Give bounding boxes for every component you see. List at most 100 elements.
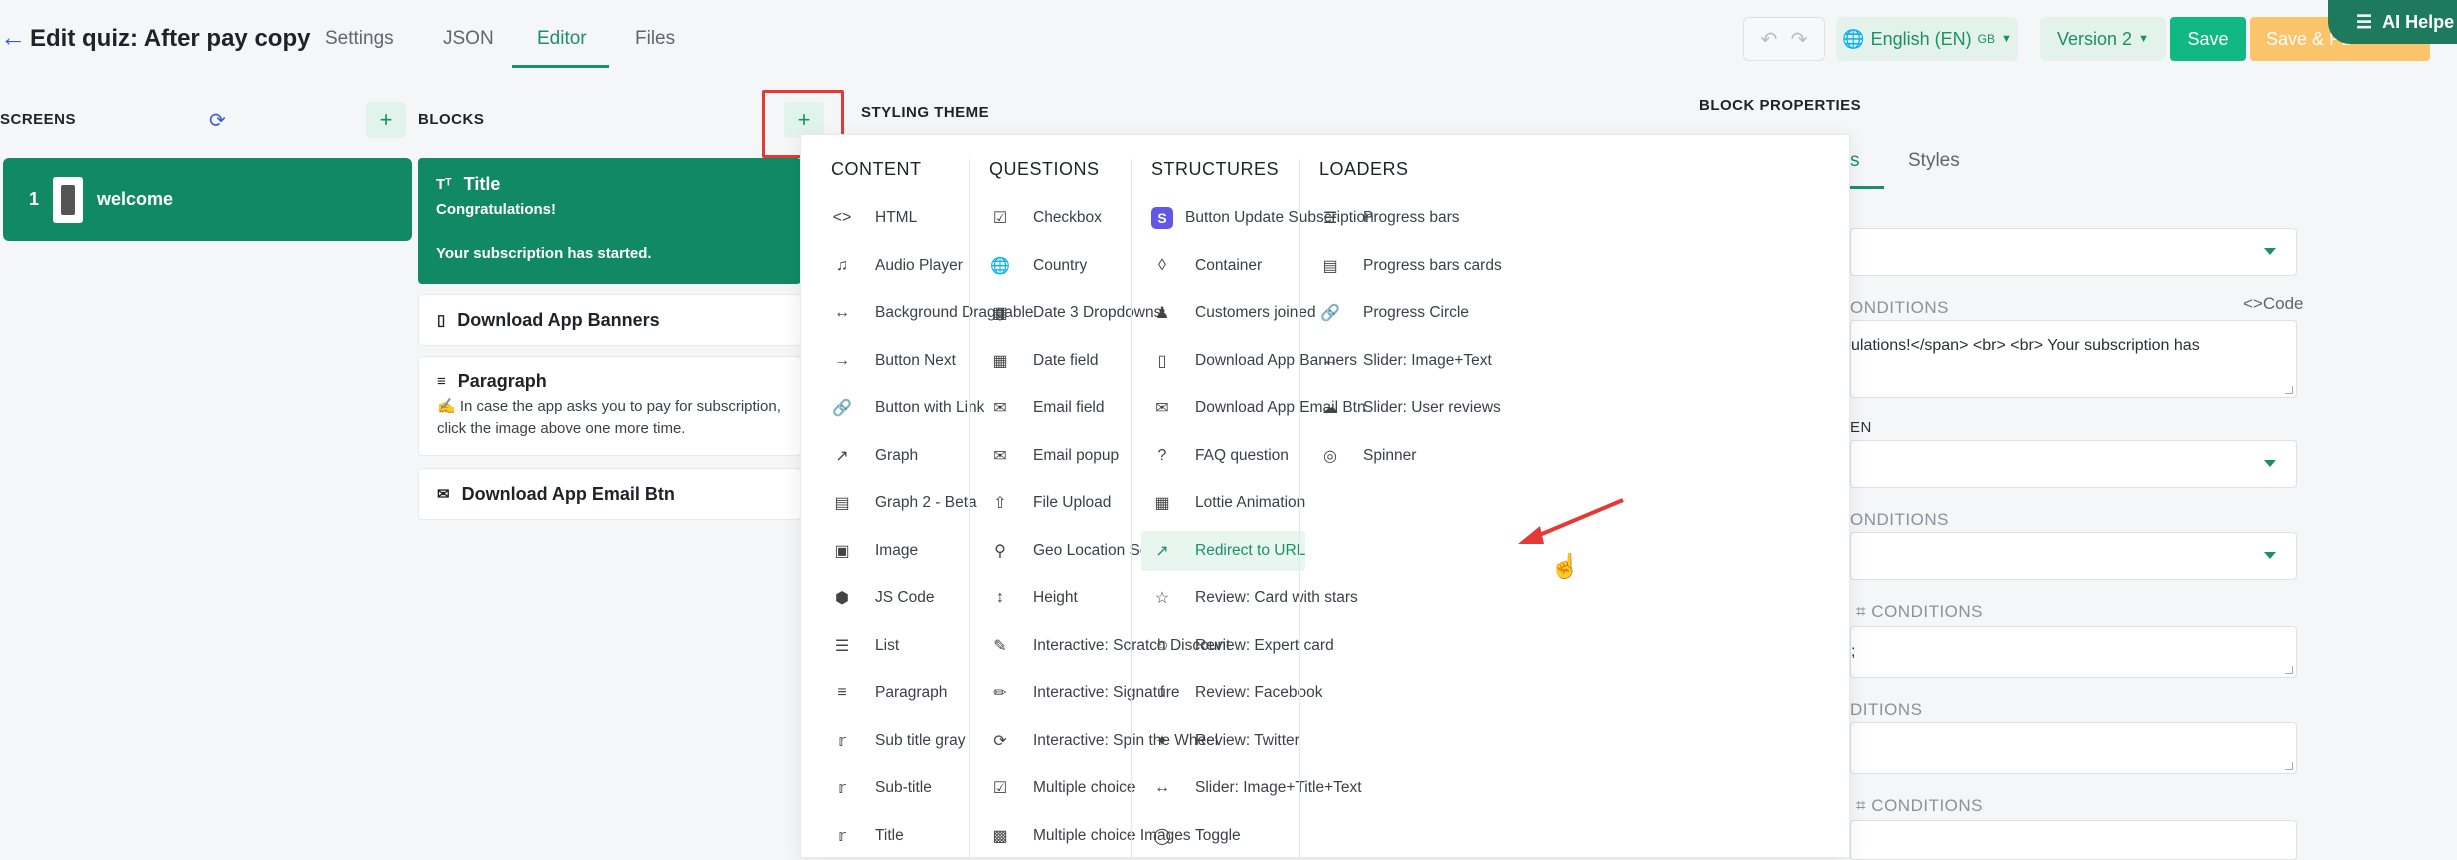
language-field-select[interactable]: [1850, 440, 2297, 488]
menu-item-slider-image-title-text[interactable]: ↔ Slider: Image+Title+Text: [1141, 768, 1362, 808]
menu-item-date-3-dropdowns[interactable]: ▦ Date 3 Dropdowns: [979, 293, 1161, 333]
menu-item-paragraph[interactable]: ≡ Paragraph: [821, 673, 947, 713]
menu-item-height[interactable]: ↕ Height: [979, 578, 1078, 618]
menu-item-progress-circle[interactable]: 🔗 Progress Circle: [1309, 293, 1469, 333]
menu-item-label: Date field: [1033, 351, 1099, 369]
image-check-icon: ▩: [992, 827, 1008, 845]
screen-item-welcome[interactable]: 1 welcome: [3, 158, 412, 241]
menu-item-email-popup[interactable]: ✉ Email popup: [979, 436, 1119, 476]
menu-item-lottie-animation[interactable]: ▦ Lottie Animation: [1141, 483, 1305, 523]
ai-helper-button[interactable]: ☰ AI Helpe: [2328, 0, 2457, 44]
calendar-icon: ▦: [992, 352, 1008, 370]
redo-icon[interactable]: ↷: [1791, 27, 1808, 52]
back-arrow-icon[interactable]: ←: [0, 22, 26, 53]
menu-item-slider-user-reviews[interactable]: ☁ Slider: User reviews: [1309, 388, 1501, 428]
menu-item-label: JS Code: [875, 589, 935, 606]
menu-item-toggle[interactable]: ◯ Toggle: [1141, 816, 1241, 856]
menu-item-slider-image-text[interactable]: ↔ Slider: Image+Text: [1309, 341, 1492, 381]
conditions-textarea[interactable]: ;: [1850, 626, 2297, 678]
menu-item-review-facebook[interactable]: f Review: Facebook: [1141, 673, 1323, 713]
add-screen-button[interactable]: +: [366, 102, 406, 138]
menu-item-review-twitter[interactable]: ✦ Review: Twitter: [1141, 721, 1300, 761]
tab-editor[interactable]: Editor: [537, 28, 587, 50]
menu-item-progress-bars-cards[interactable]: ▤ Progress bars cards: [1309, 246, 1501, 286]
tab-settings[interactable]: Settings: [325, 28, 394, 50]
screen-number: 1: [29, 189, 40, 209]
menu-item-audio-player[interactable]: ♫ Audio Player: [821, 246, 963, 286]
undo-icon[interactable]: ↶: [1761, 27, 1778, 52]
conditions-textarea[interactable]: [1850, 820, 2297, 860]
tab-styles[interactable]: Styles: [1908, 150, 1960, 172]
en-label: EN: [1850, 419, 1872, 436]
block-type-select[interactable]: [1850, 228, 2297, 276]
wheel-icon: ⟳: [993, 732, 1007, 750]
menu-item-js-code[interactable]: ⬢ JS Code: [821, 578, 934, 618]
tab-files[interactable]: Files: [635, 28, 675, 50]
chevron-down-icon: [2264, 460, 2276, 467]
tab-settings-props[interactable]: s: [1850, 150, 1860, 172]
menu-item-multiple-choice[interactable]: ☑ Multiple choice: [979, 768, 1136, 808]
menu-item-checkbox[interactable]: ☑ Checkbox: [979, 198, 1102, 238]
menu-item-country[interactable]: 🌐 Country: [979, 246, 1087, 286]
conditions-textarea[interactable]: [1850, 722, 2297, 774]
block-download-app-email-btn[interactable]: ✉ Download App Email Btn: [418, 468, 801, 520]
block-title[interactable]: Tᵀ Title Congratulations! Your subscripti…: [418, 158, 801, 284]
menu-item-list[interactable]: ☰ List: [821, 626, 899, 666]
menu-item-label: Email popup: [1033, 446, 1120, 464]
active-tab-indicator: [512, 65, 609, 68]
block-paragraph[interactable]: ≡ Paragraph ✍️ In case the app asks you t…: [418, 356, 801, 456]
menu-item-sub-title-gray[interactable]: 𝕣 Sub title gray: [821, 721, 965, 761]
language-flag: GB: [1977, 32, 1995, 46]
menu-item-review-card-with-stars[interactable]: ☆ Review: Card with stars: [1141, 578, 1358, 618]
conditions-label: ⌗ CONDITIONS: [1856, 796, 1984, 815]
menu-item-progress-bars[interactable]: ☰ Progress bars: [1309, 198, 1460, 238]
chevron-down-icon: [2264, 248, 2276, 255]
menu-item-label: Slider: User reviews: [1363, 399, 1501, 416]
menu-column-heading: QUESTIONS: [989, 159, 1100, 179]
version-select[interactable]: Version 2 ▼: [2040, 17, 2166, 61]
tab-json[interactable]: JSON: [443, 28, 494, 50]
globe-icon: 🌐: [990, 257, 1010, 275]
block-download-app-banners[interactable]: ▯ Download App Banners: [418, 294, 801, 346]
paragraph-icon: ≡: [437, 373, 446, 390]
menu-item-label: Customers joined: [1195, 304, 1316, 321]
menu-item-customers-joined[interactable]: ♟ Customers joined: [1141, 293, 1316, 333]
conditions-label: DITIONS: [1850, 700, 1923, 719]
menu-item-button-next[interactable]: → Button Next: [821, 341, 956, 381]
menu-item-redirect-to-url[interactable]: ↗ Redirect to URL: [1141, 530, 1306, 571]
screen-name: welcome: [97, 189, 174, 209]
menu-item-image[interactable]: ▣ Image: [821, 531, 918, 571]
menu-item-email-field[interactable]: ✉ Email field: [979, 388, 1104, 428]
code-toggle-link[interactable]: <>Code: [2243, 294, 2304, 314]
menu-item-file-upload[interactable]: ⇧ File Upload: [979, 483, 1111, 523]
menu-item-title[interactable]: 𝕣 Title: [821, 816, 904, 856]
undo-redo-group: ↶ ↷: [1743, 17, 1825, 61]
block-text-line: ✍️ In case the app asks you to pay for s…: [437, 398, 781, 415]
layers-icon: ☰: [2356, 11, 2373, 32]
menu-item-faq-question[interactable]: ? FAQ question: [1141, 436, 1289, 476]
content-textarea[interactable]: ulations!</span> <br> <br> Your subscrip…: [1850, 320, 2297, 398]
language-select[interactable]: 🌐 English (EN) GB ▼: [1836, 17, 2018, 61]
ai-helper-label: AI Helpe: [2382, 11, 2455, 32]
menu-item-html[interactable]: <> HTML: [821, 198, 918, 238]
menu-item-review-expert-card[interactable]: ☺ Review: Expert card: [1141, 626, 1334, 666]
add-block-menu: CONTENT <> HTML ♫ Audio Player ↔ Background Dr…: [800, 134, 1850, 859]
screen-thumbnail: [53, 176, 84, 223]
menu-item-graph[interactable]: ↗ Graph: [821, 436, 918, 476]
location-pin-icon: ⚲: [994, 542, 1006, 560]
menu-item-button-with-link[interactable]: 🔗 Button with Link: [821, 388, 984, 428]
arrows-horizontal-icon: ↔: [1154, 779, 1170, 796]
pen-icon: ✏: [993, 685, 1007, 702]
menu-item-sub-title[interactable]: 𝕣 Sub-title: [821, 768, 932, 808]
menu-item-spinner[interactable]: ◎ Spinner: [1309, 436, 1416, 476]
menu-item-date-field[interactable]: ▦ Date field: [979, 341, 1098, 381]
refresh-icon[interactable]: ⟳: [209, 108, 226, 133]
stripe-s-icon: S: [1151, 207, 1173, 229]
save-button[interactable]: Save: [2170, 17, 2246, 61]
menu-item-container[interactable]: ◊ Container: [1141, 246, 1262, 286]
language-label: English (EN): [1870, 28, 1972, 49]
menu-item-graph-2-beta[interactable]: ▤ Graph 2 - Beta: [821, 483, 976, 523]
menu-item-label: Redirect to URL: [1195, 541, 1306, 559]
conditions-select[interactable]: [1850, 532, 2297, 580]
star-icon: ☆: [1154, 590, 1170, 607]
